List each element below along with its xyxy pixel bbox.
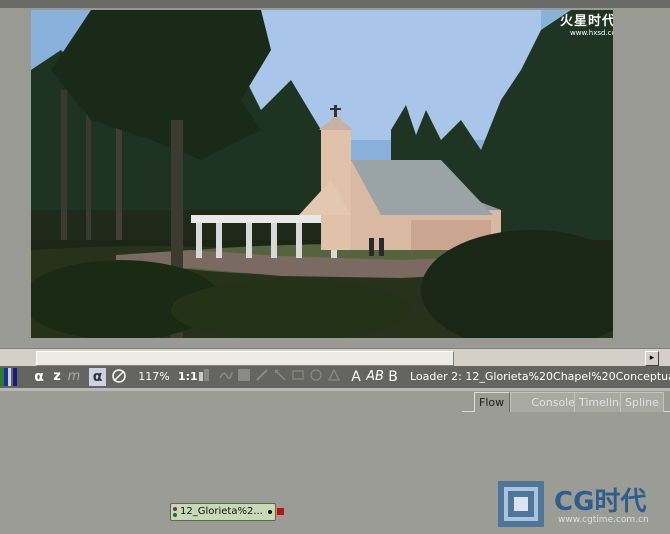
node-input-dot[interactable] xyxy=(173,513,177,517)
viewer-image[interactable] xyxy=(31,10,613,338)
alpha-channel-button[interactable]: α xyxy=(31,368,47,386)
tab-spline[interactable]: Spline xyxy=(620,392,664,412)
cg-watermark-logo: CG时代 www.cgtime.com.cn xyxy=(496,479,670,534)
tab-console[interactable]: Console xyxy=(510,392,580,412)
zoom-level[interactable]: 117% xyxy=(134,368,174,386)
chapel-render-image xyxy=(31,10,613,338)
viewer-right-gutter xyxy=(613,10,670,338)
node-input-dot[interactable] xyxy=(173,507,177,511)
z-channel-button[interactable]: z xyxy=(50,368,64,386)
scroll-right-arrow[interactable]: ▸ xyxy=(645,351,659,366)
color-channel-dark[interactable] xyxy=(13,368,17,386)
viewer-top-strip xyxy=(0,0,670,8)
node-output-dot[interactable] xyxy=(268,510,272,514)
node-output-port[interactable] xyxy=(277,508,284,515)
ellipse-tool-icon[interactable] xyxy=(308,368,324,386)
node-label: 12_Glorieta%2... xyxy=(180,506,263,517)
line-tool-icon[interactable] xyxy=(254,368,270,386)
loader-node[interactable]: 12_Glorieta%2... xyxy=(170,503,284,521)
text-a-button[interactable]: A xyxy=(348,368,364,386)
fit-icon[interactable] xyxy=(197,368,211,386)
cg-url-text: www.cgtime.com.cn xyxy=(558,515,649,525)
viewer-toolbar: α z m α 117% 1:1 A AB B Loader 2: 12_Glo… xyxy=(0,366,670,388)
image-viewer: 火星时代 www.hxsd.com xyxy=(0,0,670,348)
cg-logo-mark xyxy=(498,481,544,527)
gradient-tool-icon[interactable] xyxy=(236,368,252,386)
text-b-button[interactable]: B xyxy=(385,368,401,386)
curve-tool-icon[interactable] xyxy=(218,368,234,386)
tab-flow[interactable]: Flow xyxy=(474,392,510,412)
polygon-tool-icon[interactable] xyxy=(326,368,342,386)
text-ab-button[interactable]: AB xyxy=(365,368,385,386)
lut-icon[interactable] xyxy=(110,368,128,386)
brush-tool-icon[interactable] xyxy=(272,368,288,386)
horizontal-scrollbar[interactable]: ▸ xyxy=(0,348,670,367)
color-channel-white[interactable] xyxy=(8,368,11,386)
m-channel-button[interactable]: m xyxy=(66,368,82,386)
scrollbar-thumb[interactable] xyxy=(36,351,454,366)
cg-brand-text: CG时代 xyxy=(554,487,647,517)
zoom-1-1-button[interactable]: 1:1 xyxy=(178,368,198,386)
tab-timeline[interactable]: Timeline xyxy=(574,392,626,412)
watermark-brand: 火星时代 xyxy=(560,14,617,29)
rectangle-tool-icon[interactable] xyxy=(290,368,306,386)
loader-status-text: Loader 2: 12_Glorieta%20Chapel%20Concept… xyxy=(410,370,670,383)
alpha-overlay-toggle[interactable]: α xyxy=(89,368,106,386)
